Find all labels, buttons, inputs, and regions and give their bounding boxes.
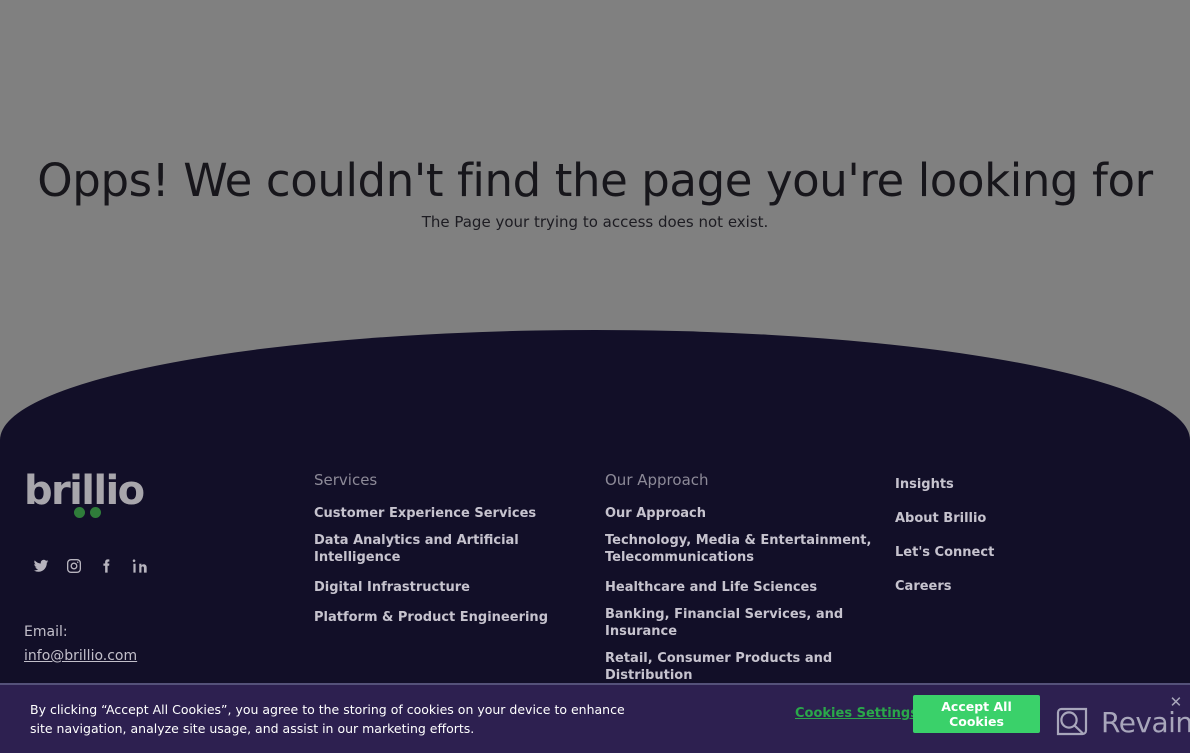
brillio-wordmark: brillio <box>24 468 145 514</box>
footer-link-data-analytics-ai[interactable]: Data Analytics and Artificial Intelligen… <box>314 532 584 566</box>
footer-link-technology-media-telecom[interactable]: Technology, Media & Entertainment, Telec… <box>605 532 885 566</box>
revain-star-icon: ✕ <box>1169 693 1183 711</box>
footer-column-our-approach: Our Approach Our Approach Technology, Me… <box>605 470 885 684</box>
footer-link-careers[interactable]: Careers <box>895 578 952 595</box>
footer-column-heading: Services <box>314 471 378 489</box>
footer-column-company: Insights About Brillio Let's Connect Car… <box>895 473 1125 595</box>
page-title: Opps! We couldn't find the page you're l… <box>37 154 1153 207</box>
footer-link-insights[interactable]: Insights <box>895 476 954 493</box>
facebook-icon[interactable] <box>99 558 115 574</box>
brillio-logo[interactable]: brillio <box>24 468 145 518</box>
revain-watermark: Revain ✕ <box>1052 695 1190 743</box>
footer-link-lets-connect[interactable]: Let's Connect <box>895 544 994 561</box>
footer-link-customer-experience-services[interactable]: Customer Experience Services <box>314 505 536 522</box>
footer-link-banking-financial-insurance[interactable]: Banking, Financial Services, and Insuran… <box>605 606 885 640</box>
twitter-icon[interactable] <box>33 558 49 574</box>
page-subtitle: The Page your trying to access does not … <box>421 213 769 231</box>
footer-column-services: Services Customer Experience Services Da… <box>314 470 584 626</box>
footer-link-digital-infrastructure[interactable]: Digital Infrastructure <box>314 579 470 596</box>
footer-link-healthcare-life-sciences[interactable]: Healthcare and Life Sciences <box>605 579 817 596</box>
email-label: Email: <box>24 624 68 640</box>
cookies-settings-link[interactable]: Cookies Settings <box>795 706 918 721</box>
accept-all-cookies-button[interactable]: Accept All Cookies <box>913 695 1040 733</box>
email-link[interactable]: info@brillio.com <box>24 646 137 666</box>
revain-logo-icon <box>1052 703 1092 743</box>
cookie-banner-text: By clicking “Accept All Cookies”, you ag… <box>30 702 625 736</box>
email-block: Email: info@brillio.com <box>24 622 137 666</box>
linkedin-icon[interactable] <box>132 558 148 574</box>
social-links <box>33 558 148 574</box>
brillio-logo-dots <box>74 507 114 519</box>
revain-wordmark: Revain ✕ <box>1101 695 1190 738</box>
footer-link-platform-product-engineering[interactable]: Platform & Product Engineering <box>314 609 548 626</box>
footer-link-about-brillio[interactable]: About Brillio <box>895 510 986 527</box>
footer-column-heading: Our Approach <box>605 471 709 489</box>
footer-link-retail-consumer-distribution[interactable]: Retail, Consumer Products and Distributi… <box>605 650 885 684</box>
instagram-icon[interactable] <box>66 558 82 574</box>
footer-link-our-approach[interactable]: Our Approach <box>605 505 706 522</box>
